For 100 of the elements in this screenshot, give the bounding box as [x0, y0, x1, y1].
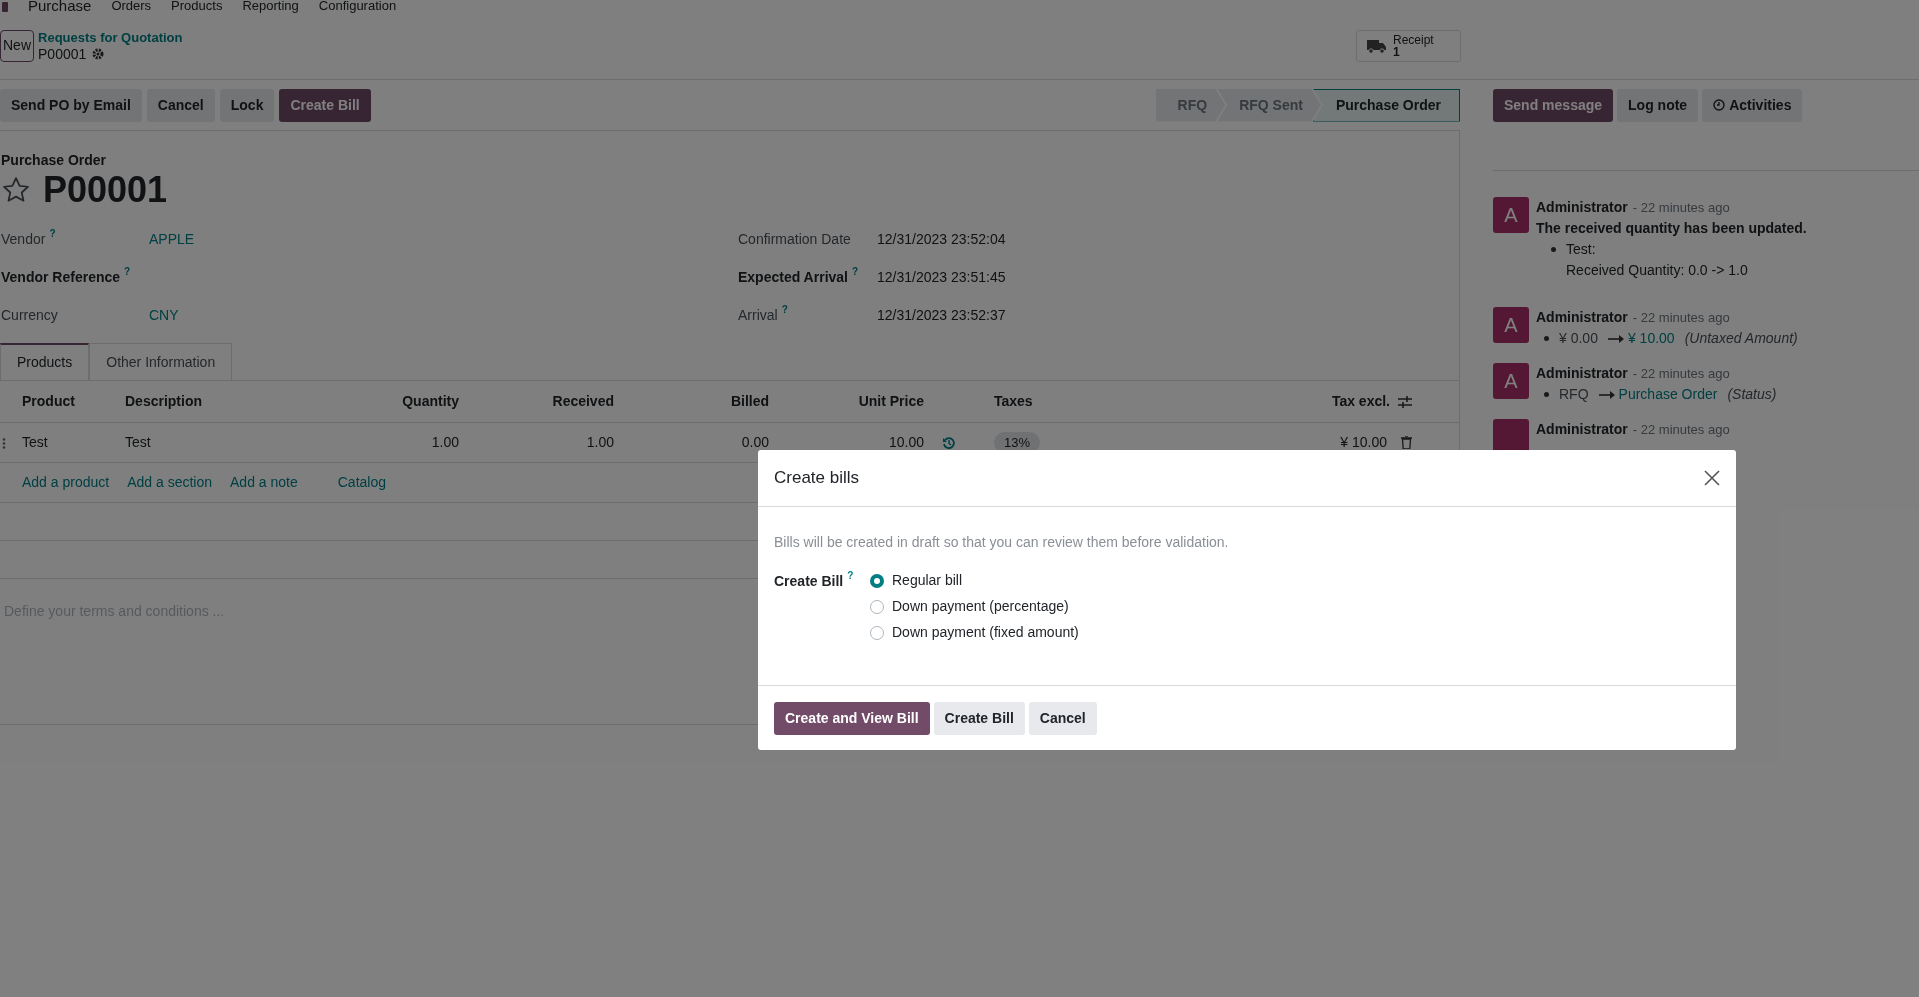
message-author[interactable]: Administrator	[1536, 307, 1628, 328]
old-value: RFQ	[1559, 385, 1589, 404]
field-label: Vendor Reference	[1, 267, 121, 287]
column-header[interactable]: Billed	[730, 391, 769, 412]
bullet-icon	[1544, 336, 1549, 341]
new-value: Purchase Order	[1618, 385, 1718, 404]
menu-item[interactable]: Reporting	[242, 0, 299, 12]
field-label: Vendor	[1, 229, 46, 249]
message-author[interactable]: Administrator	[1536, 363, 1628, 384]
form-tab[interactable]: Products	[0, 343, 90, 381]
app-name[interactable]: Purchase	[28, 0, 92, 12]
message-author[interactable]: Administrator	[1536, 197, 1628, 218]
add-line-link[interactable]: Catalog	[337, 472, 386, 493]
radio-button[interactable]	[870, 599, 884, 614]
trash-icon[interactable]	[1401, 436, 1412, 449]
dialog-button[interactable]: Create and View Bill	[774, 701, 930, 735]
field-value: 12/31/2023 23:51:45	[877, 267, 1006, 287]
message-time: - 22 minutes ago	[1632, 199, 1730, 217]
field-value[interactable]: CNY	[149, 304, 179, 326]
help-tooltip-icon[interactable]: ?	[781, 304, 788, 315]
arrow-icon	[1598, 390, 1615, 399]
new-button[interactable]: New	[0, 29, 34, 62]
column-header[interactable]: Quantity	[402, 391, 459, 412]
table-cell-text: 10.00	[888, 433, 924, 452]
field-label: Expected Arrival	[738, 267, 848, 287]
dialog-button[interactable]: Create Bill	[933, 701, 1025, 735]
avatar: A	[1493, 363, 1529, 399]
radio-option[interactable]: Down payment (fixed amount)	[870, 623, 1079, 642]
table-cell-text: Test	[22, 433, 48, 452]
dialog-description: Bills will be created in draft so that you can review them before validation.	[774, 533, 1230, 552]
action-button[interactable]: Create Bill	[279, 88, 371, 122]
record-title: P00001	[43, 169, 168, 211]
field-value: 12/31/2023 23:52:37	[877, 305, 1006, 325]
column-header[interactable]: Taxes	[994, 391, 1033, 412]
message-text: Received Quantity: 0.0 -> 1.0	[1566, 261, 1748, 280]
menu-item[interactable]: Orders	[111, 0, 152, 12]
message-time: - 22 minutes ago	[1632, 421, 1730, 439]
radio-button[interactable]	[870, 573, 884, 588]
action-button[interactable]: Cancel	[146, 88, 215, 122]
smart-button-label: Receipt	[1393, 33, 1434, 46]
field-value[interactable]: APPLE	[149, 228, 195, 250]
help-tooltip-icon[interactable]: ?	[49, 228, 56, 239]
field-label: Currency	[1, 305, 58, 325]
chatter-button[interactable]: Log note	[1617, 88, 1699, 122]
form-tab[interactable]: Other Information	[89, 343, 233, 381]
avatar: A	[1493, 197, 1529, 233]
chatter-button[interactable]: Activities	[1702, 88, 1803, 122]
message-body: The received quantity has been updated.	[1536, 219, 1807, 238]
record-name: P00001	[38, 45, 87, 63]
bullet-icon	[1551, 247, 1556, 252]
status-step[interactable]: RFQ Sent	[1217, 88, 1321, 122]
tracked-field: (Status)	[1727, 384, 1777, 405]
radio-option[interactable]: Down payment (percentage)	[870, 597, 1079, 616]
receipt-smart-button[interactable]: Receipt 1	[1356, 29, 1461, 62]
status-step[interactable]: Purchase Order	[1312, 88, 1460, 122]
action-button[interactable]: Send PO by Email	[0, 88, 142, 122]
message-text: Test:	[1566, 240, 1597, 259]
chatter-button[interactable]: Send message	[1493, 88, 1614, 122]
field-label: Confirmation Date	[738, 229, 851, 249]
drag-handle-icon[interactable]	[2, 438, 6, 449]
menu-item[interactable]: Products	[171, 0, 223, 12]
column-header[interactable]: Tax excl.	[1331, 391, 1390, 412]
star-icon[interactable]	[1, 175, 31, 205]
field-label: Create Bill	[774, 572, 844, 591]
help-tooltip-icon[interactable]: ?	[124, 266, 131, 277]
add-line-link[interactable]: Add a product	[22, 472, 110, 493]
bullet-icon	[1544, 392, 1549, 397]
column-header[interactable]: Product	[22, 391, 75, 412]
reset-icon[interactable]	[942, 435, 956, 450]
help-tooltip-icon[interactable]: ?	[847, 571, 854, 581]
message-time: - 22 minutes ago	[1632, 309, 1730, 327]
column-header[interactable]: Unit Price	[858, 391, 924, 412]
tracked-field: (Untaxed Amount)	[1684, 328, 1798, 349]
add-line-link[interactable]: Add a note	[230, 472, 298, 493]
radio-option[interactable]: Regular bill	[870, 571, 1079, 590]
breadcrumb-link[interactable]: Requests for Quotation	[38, 28, 183, 46]
app-logo-icon	[2, 2, 8, 12]
dialog-button[interactable]: Cancel	[1028, 701, 1097, 735]
arrow-icon	[1607, 334, 1624, 343]
action-button[interactable]: Lock	[219, 88, 275, 122]
sliders-icon[interactable]	[1398, 395, 1412, 408]
field-value: 12/31/2023 23:52:04	[877, 229, 1006, 249]
menu-item[interactable]: Configuration	[318, 0, 397, 12]
smart-button-count: 1	[1393, 45, 1400, 58]
truck-icon	[1367, 37, 1387, 54]
add-line-link[interactable]: Add a section	[127, 472, 212, 493]
old-value: ¥ 0.00	[1559, 329, 1598, 348]
message-author[interactable]: Administrator	[1536, 419, 1628, 440]
column-header[interactable]: Description	[125, 391, 202, 412]
close-icon[interactable]	[1704, 470, 1720, 486]
radio-button[interactable]	[870, 625, 884, 640]
help-tooltip-icon[interactable]: ?	[852, 266, 859, 277]
form-title-label: Purchase Order	[1, 151, 108, 169]
table-cell-text: 0.00	[741, 433, 769, 452]
column-header[interactable]: Received	[552, 391, 614, 412]
dialog-title: Create bills	[774, 467, 860, 490]
table-cell-text: ¥ 10.00	[1340, 433, 1387, 452]
table-cell-text: Test	[125, 433, 151, 452]
table-cell-text: 1.00	[431, 433, 459, 452]
gear-icon[interactable]	[92, 48, 105, 60]
